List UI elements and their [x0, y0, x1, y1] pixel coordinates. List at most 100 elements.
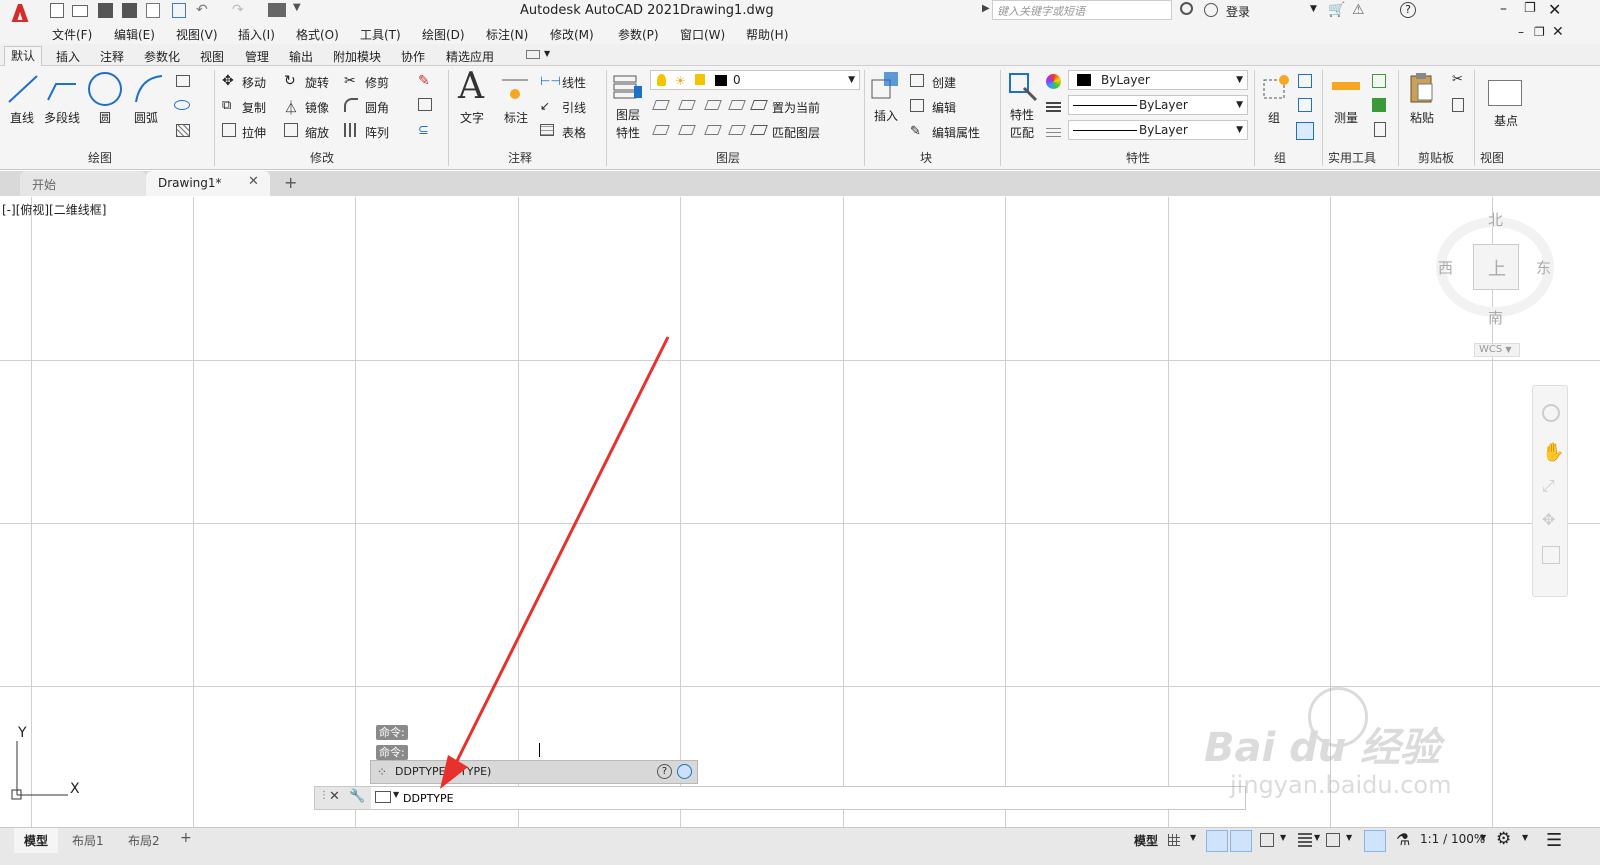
scale-icon[interactable]: [284, 123, 298, 137]
ellipse-icon[interactable]: [174, 100, 190, 110]
mirror-icon[interactable]: ⏃: [284, 98, 298, 118]
line-icon[interactable]: [6, 72, 40, 106]
menu-insert[interactable]: 插入(I): [238, 26, 275, 43]
rotate-icon[interactable]: ↻: [284, 73, 296, 89]
doc-minimize-icon[interactable]: –: [1518, 25, 1524, 39]
utilities-panel-title[interactable]: 实用工具: [1328, 149, 1376, 166]
tab-insert[interactable]: 插入: [56, 48, 80, 65]
save-as-icon[interactable]: [122, 3, 137, 18]
login-link[interactable]: 登录: [1226, 3, 1250, 20]
expand-arrow-icon[interactable]: ▶: [982, 3, 990, 14]
layout-tab-1[interactable]: 布局1: [62, 828, 114, 853]
match-layer-label[interactable]: 匹配图层: [772, 124, 820, 141]
lineweight-toggle-icon[interactable]: [1298, 833, 1312, 847]
grid-icon[interactable]: [1168, 834, 1180, 846]
group-select-icon[interactable]: [1296, 122, 1314, 140]
measure-label[interactable]: 测量: [1334, 109, 1358, 126]
gear-icon[interactable]: ⚙: [1496, 829, 1511, 849]
scale-label[interactable]: 缩放: [305, 124, 329, 141]
tab-annotate[interactable]: 注释: [100, 48, 124, 65]
menu-format[interactable]: 格式(O): [296, 26, 339, 43]
lineweight-dropdown[interactable]: ByLayer ▼: [1068, 120, 1248, 140]
arc-label[interactable]: 圆弧: [134, 109, 158, 126]
layer-properties-icon[interactable]: [612, 72, 644, 102]
line-label[interactable]: 直线: [10, 109, 34, 126]
ortho-icon[interactable]: [1206, 830, 1228, 852]
hatch-icon[interactable]: [176, 124, 190, 137]
fillet-label[interactable]: 圆角: [365, 99, 389, 116]
undo-icon[interactable]: ↶: [196, 2, 208, 18]
linetype-dropdown[interactable]: ByLayer ▼: [1068, 95, 1248, 115]
chevron-down-icon[interactable]: ▼: [1280, 833, 1286, 842]
group-icon[interactable]: [1262, 74, 1290, 102]
fillet-icon[interactable]: [344, 98, 358, 112]
tab-drawing1[interactable]: Drawing1* ✕: [146, 171, 270, 196]
drawing-canvas[interactable]: [-][俯视][二维线框] 北 西 东 南 上 WCS ▼ ✋ ⤢ ✥ Y X …: [0, 197, 1600, 827]
edit-attr-label[interactable]: 编辑属性: [932, 124, 980, 141]
tab-output[interactable]: 输出: [289, 48, 313, 65]
layers-panel-title[interactable]: 图层: [716, 149, 740, 166]
move-icon[interactable]: ✥: [222, 73, 234, 89]
polar-icon[interactable]: [1230, 830, 1252, 852]
measure-icon[interactable]: [1332, 82, 1360, 90]
annotation-scale[interactable]: 1:1 / 100%: [1420, 832, 1485, 846]
copy-clip-icon[interactable]: [1452, 98, 1464, 112]
calculator-icon[interactable]: [1374, 122, 1386, 137]
chevron-down-icon[interactable]: ▼: [1480, 833, 1486, 842]
quick-select-icon[interactable]: [1372, 74, 1386, 88]
export-icon[interactable]: [172, 3, 186, 18]
cut-icon[interactable]: ✂: [1452, 72, 1463, 87]
cart-icon[interactable]: 🛒: [1328, 2, 1345, 18]
block-panel-title[interactable]: 块: [920, 149, 932, 166]
layer-props-label-2[interactable]: 特性: [616, 124, 640, 141]
tab-featured-apps[interactable]: 精选应用: [446, 48, 494, 65]
paste-icon[interactable]: [1408, 72, 1436, 104]
table-icon[interactable]: [540, 124, 554, 136]
menu-parametric[interactable]: 参数(P): [618, 26, 659, 43]
color-dropdown[interactable]: ByLayer ▼: [1068, 70, 1248, 90]
text-label[interactable]: 文字: [460, 109, 484, 126]
group-label[interactable]: 组: [1268, 109, 1280, 126]
menu-dimension[interactable]: 标注(N): [486, 26, 528, 43]
layer-props-label-1[interactable]: 图层: [616, 106, 640, 123]
clipboard-panel-title[interactable]: 剪贴板: [1418, 149, 1454, 166]
array-label[interactable]: 阵列: [365, 124, 389, 141]
color-wheel-icon[interactable]: [1046, 74, 1061, 89]
chevron-down-icon[interactable]: ▼: [1346, 833, 1352, 842]
ribbon-options-icon[interactable]: [526, 50, 540, 59]
select-all-icon[interactable]: [1372, 98, 1386, 112]
edit-label[interactable]: 编辑: [932, 99, 956, 116]
linear-dim-icon[interactable]: ⊢⊣: [540, 74, 561, 88]
search-icon[interactable]: [1180, 2, 1193, 15]
layout-tab-2[interactable]: 布局2: [118, 828, 170, 853]
save-icon[interactable]: [98, 3, 113, 18]
tab-collaborate[interactable]: 协作: [401, 48, 425, 65]
match-props-label-2[interactable]: 匹配: [1010, 124, 1034, 141]
menu-file[interactable]: 文件(F): [52, 26, 92, 43]
close-tab-icon[interactable]: ✕: [248, 174, 259, 189]
move-label[interactable]: 移动: [242, 74, 266, 91]
erase-icon[interactable]: ✎: [418, 73, 430, 89]
user-icon[interactable]: [1204, 3, 1218, 17]
stretch-label[interactable]: 拉伸: [242, 124, 266, 141]
tab-view[interactable]: 视图: [200, 48, 224, 65]
isodraft-icon[interactable]: [1260, 833, 1274, 847]
circle-label[interactable]: 圆: [99, 109, 111, 126]
insert-block-icon[interactable]: [870, 70, 902, 102]
text-icon[interactable]: A: [458, 66, 484, 107]
layer-dropdown[interactable]: ☀ 0 ▼: [650, 70, 860, 90]
edit-attributes-icon[interactable]: ✎: [910, 124, 921, 139]
customize-dropdown-icon[interactable]: ▼: [293, 2, 301, 13]
annotation-panel-title[interactable]: 注释: [508, 149, 532, 166]
menu-modify[interactable]: 修改(M): [550, 26, 594, 43]
plot-icon[interactable]: [146, 3, 160, 18]
help-icon[interactable]: ?: [1400, 2, 1416, 18]
draw-panel-title[interactable]: 绘图: [88, 149, 112, 166]
paste-label[interactable]: 粘贴: [1410, 109, 1434, 126]
arc-icon[interactable]: [132, 72, 166, 106]
linear-label[interactable]: 线性: [562, 74, 586, 91]
doc-close-icon[interactable]: ✕: [1552, 24, 1564, 40]
tab-addins[interactable]: 附加模块: [333, 48, 381, 65]
minimize-icon[interactable]: –: [1500, 1, 1507, 17]
trim-label[interactable]: 修剪: [365, 74, 389, 91]
